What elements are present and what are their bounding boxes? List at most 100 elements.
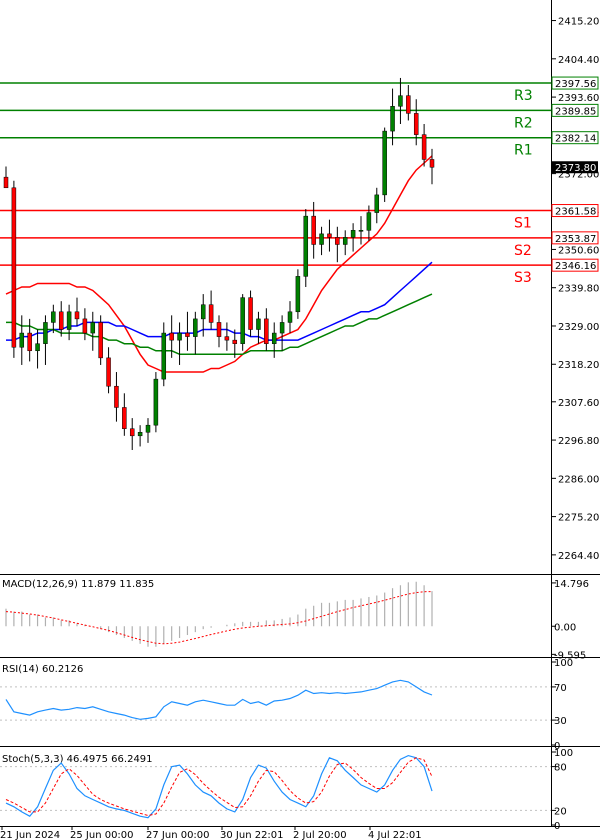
candle-body — [319, 233, 324, 245]
candle-body — [145, 424, 151, 433]
candle-body — [82, 318, 88, 334]
price-tick-label: 2329.00 — [558, 322, 599, 333]
candle-body — [406, 95, 411, 114]
candle-body — [35, 343, 40, 352]
macd-panel: MACD(12,26,9) 11.879 11.835 14.7960.00-9.… — [2, 579, 589, 661]
price-tick-label: 2275.20 — [558, 513, 599, 524]
rsi-panel: RSI(14) 60.212610070300 — [0, 658, 573, 752]
rsi-tick-label: 70 — [554, 683, 567, 694]
stoch-tick-label: 0 — [554, 821, 560, 832]
candle-body — [342, 237, 348, 245]
macd-signal-line — [5, 591, 433, 645]
price-tick-label: 2415.20 — [558, 17, 599, 28]
candle-body — [122, 407, 127, 429]
candle-body — [43, 322, 48, 344]
candle-body — [271, 332, 277, 344]
candle-body — [208, 304, 214, 323]
level-label-r1: R1 — [514, 143, 533, 159]
candle-body — [240, 297, 245, 344]
stoch-panel: Stoch(5,3,3) 46.4975 66.2491 100 80 20 0 — [0, 748, 573, 832]
level-label-s2: S2 — [514, 243, 532, 259]
candle-body — [327, 233, 332, 238]
level-label-s1: S1 — [514, 216, 532, 232]
level-price-tag-s1: 2361.58 — [555, 207, 596, 218]
current-price-tag: 2373.80 — [555, 163, 596, 174]
candle-body — [216, 322, 222, 337]
candle-body — [413, 113, 419, 135]
level-price-tag-s3: 2346.16 — [555, 261, 596, 272]
price-tick-label: 2264.40 — [558, 551, 599, 562]
price-tick-label: 2307.60 — [558, 398, 599, 409]
candle-body — [3, 176, 9, 189]
candle-body — [106, 357, 111, 387]
stoch-label: Stoch(5,3,3) 46.4975 66.2491 — [2, 754, 153, 765]
price-tick-label: 2350.60 — [558, 245, 599, 256]
candle-body — [161, 332, 167, 380]
candle-body — [98, 322, 103, 359]
price-tick-label: 2286.00 — [558, 474, 599, 485]
candle-body — [390, 106, 395, 132]
stoch-tick-label: 100 — [554, 748, 573, 759]
candle-body — [200, 304, 206, 320]
price-tick-label: 2318.20 — [558, 360, 599, 371]
macd-tick-label: 0.00 — [554, 622, 576, 633]
stoch-tick-label: 20 — [554, 806, 567, 817]
candle-body — [169, 332, 174, 341]
time-label: 27 Jun 00:00 — [146, 830, 210, 840]
candle-body — [350, 230, 356, 238]
level-price-tag-s2: 2353.87 — [555, 234, 596, 245]
level-label-s3: S3 — [514, 270, 532, 286]
candle-body — [51, 311, 56, 323]
price-tick-label: 2393.60 — [558, 93, 599, 104]
candle-body — [27, 332, 32, 352]
candle-body — [58, 311, 64, 330]
price-chart: R3R2R1S1S2S3 2415.202404.402393.602372.0… — [0, 0, 600, 840]
rsi-line — [5, 679, 433, 720]
support-resistance-levels: R3 R2 R1 S1 S2 S3 — [0, 82, 551, 286]
candle-body — [382, 130, 387, 196]
rsi-label: RSI(14) 60.2126 — [2, 664, 83, 675]
candle-body — [90, 322, 96, 334]
candle-body — [335, 237, 340, 245]
time-label: 25 Jun 00:00 — [70, 830, 134, 840]
rsi-tick-label: 30 — [554, 716, 567, 727]
candle-body — [429, 159, 435, 168]
candle-body — [303, 215, 309, 277]
candle-body — [366, 212, 372, 231]
candle-body — [185, 332, 190, 337]
candle-body — [193, 318, 198, 337]
level-label-r2: R2 — [514, 115, 533, 131]
candle-body — [248, 297, 253, 330]
candle-body — [398, 95, 403, 107]
level-label-r3: R3 — [514, 88, 533, 104]
level-price-tag-r3: 2397.56 — [555, 79, 596, 90]
time-axis-labels: 21 Jun 2024 25 Jun 00:00 27 Jun 00:00 30 Ju… — [0, 826, 422, 840]
candle-body — [256, 318, 261, 330]
candle-body — [11, 187, 17, 348]
candle-body — [279, 322, 285, 334]
price-tick-label: 2404.40 — [558, 55, 599, 66]
candle-body — [66, 311, 72, 330]
time-label: 21 Jun 2024 — [0, 830, 60, 840]
stoch-tick-label: 80 — [554, 763, 567, 774]
candle-body — [264, 318, 269, 344]
candle-body — [137, 432, 143, 437]
price-tick-label: 2339.80 — [558, 284, 599, 295]
level-price-tag-r2: 2389.85 — [555, 106, 596, 117]
candle-body — [295, 276, 301, 313]
candle-body — [358, 230, 364, 232]
candle-body — [19, 332, 25, 348]
stoch-d-line — [5, 757, 433, 817]
candle-body — [374, 194, 380, 213]
price-ticks: 2415.202404.402393.602372.002361.582350.… — [551, 17, 599, 562]
rsi-tick-label: 100 — [554, 658, 573, 669]
candle-body — [224, 336, 230, 341]
time-label: 4 Jul 22:01 — [368, 830, 422, 840]
macd-tick-label: 14.796 — [554, 579, 589, 590]
level-price-tag-r1: 2382.14 — [555, 134, 596, 145]
candle-body — [114, 385, 119, 408]
candle-body — [287, 311, 293, 323]
candle-body — [153, 378, 159, 426]
candle-body — [129, 428, 135, 437]
candle-body — [421, 134, 427, 160]
